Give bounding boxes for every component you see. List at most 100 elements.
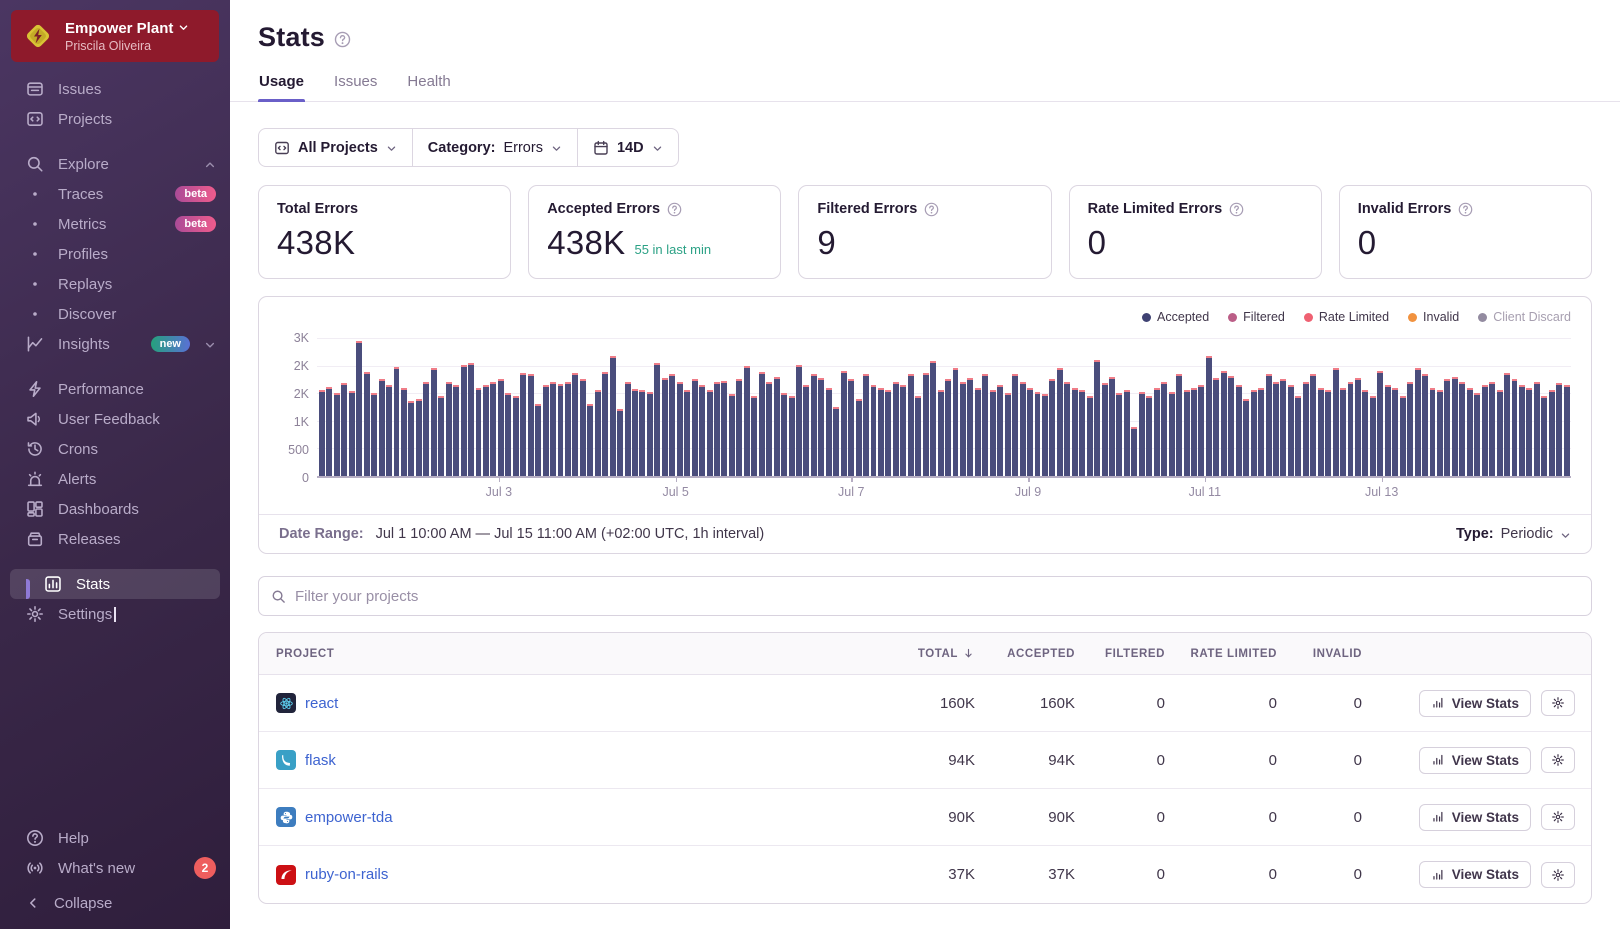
chart-bar [1348,382,1354,476]
chart-bar [1094,360,1100,476]
sidebar-item-user-feedback[interactable]: User Feedback [0,404,230,434]
legend-item-rate-limited[interactable]: Rate Limited [1304,310,1389,324]
chart-bar [528,374,534,476]
chart-bar [1049,379,1055,476]
project-link[interactable]: flask [305,752,336,769]
sidebar-item-what-s-new[interactable]: What's new2 [0,853,230,883]
legend-item-accepted[interactable]: Accepted [1142,310,1209,324]
column-header-rate-limited[interactable]: RATE LIMITED [1169,648,1281,660]
project-link[interactable]: react [305,695,338,712]
chart-bar [1087,396,1093,476]
view-stats-button[interactable]: View Stats [1419,690,1531,717]
cell-rate-limited: 0 [1169,866,1281,883]
cell-accepted: 37K [979,866,1079,883]
chart-type-select[interactable]: Type: Periodic [1456,526,1571,542]
cell-invalid: 0 [1281,809,1366,826]
legend-item-client-discard[interactable]: Client Discard [1478,310,1571,324]
category-filter[interactable]: Category: Errors [412,129,577,166]
chart-bar [997,385,1003,476]
sidebar-item-insights[interactable]: Insightsnew [0,329,230,359]
sidebar-item-label: Issues [58,81,216,98]
view-stats-button[interactable]: View Stats [1419,804,1531,831]
column-header-accepted[interactable]: ACCEPTED [979,648,1079,660]
page-help-icon[interactable] [334,31,351,48]
sidebar-item-label: What's new [58,860,180,877]
help-icon[interactable] [1458,202,1473,217]
whats-new-icon [26,859,44,877]
sidebar-item-stats[interactable]: Stats [0,569,230,599]
x-axis-tick [1028,478,1030,482]
legend-dot-icon [1228,313,1237,322]
sidebar-item-issues[interactable]: Issues [0,74,230,104]
chevron-down-icon [551,142,562,153]
view-stats-label: View Stats [1452,696,1519,711]
calendar-icon [593,140,609,156]
org-switcher[interactable]: Empower Plant Priscila Oliveira [11,10,219,62]
column-header-total[interactable]: TOTAL [874,647,979,660]
help-icon[interactable] [924,202,939,217]
tab-issues[interactable]: Issues [333,67,378,101]
column-header-filtered[interactable]: FILTERED [1079,648,1169,660]
chart-bar [923,373,929,476]
date-range-label: Date Range: [279,526,364,542]
sidebar-item-projects[interactable]: Projects [0,104,230,134]
project-search-input[interactable] [295,588,1579,605]
sidebar-item-profiles[interactable]: Profiles [0,239,230,269]
project-settings-button[interactable] [1541,862,1575,888]
date-range-filter[interactable]: 14D [577,129,678,166]
project-link[interactable]: empower-tda [305,809,393,826]
stat-card-value-row: 438K [277,224,492,262]
project-filter[interactable]: All Projects [259,129,412,166]
stat-card-title: Invalid Errors [1358,201,1573,217]
help-icon[interactable] [667,202,682,217]
bar-chart-icon [1431,868,1445,882]
column-header-project[interactable]: PROJECT [259,648,874,660]
sidebar-item-label: Replays [58,276,216,293]
chart-bar [967,378,973,476]
chart-bar [960,382,966,476]
chart-bar [863,374,869,476]
cell-invalid: 0 [1281,752,1366,769]
chart-bar [639,390,645,476]
sidebar-item-traces[interactable]: Tracesbeta [0,179,230,209]
sidebar-item-metrics[interactable]: Metricsbeta [0,209,230,239]
projects-icon [26,110,44,128]
sidebar-item-dashboards[interactable]: Dashboards [0,494,230,524]
view-stats-button[interactable]: View Stats [1419,747,1531,774]
sidebar-item-discover[interactable]: Discover [0,299,230,329]
tab-usage[interactable]: Usage [258,67,305,101]
chart-bar [707,390,713,476]
sidebar-item-label: Discover [58,306,216,323]
sidebar-item-crons[interactable]: Crons [0,434,230,464]
chart-bar [1333,368,1339,476]
project-link[interactable]: ruby-on-rails [305,866,388,883]
chart-bar [565,382,571,476]
project-settings-button[interactable] [1541,804,1575,830]
settings-icon [26,605,44,623]
table-row-ruby-on-rails: ruby-on-rails37K37K000View Stats [259,846,1591,903]
chart-bar [759,372,765,476]
sidebar-item-settings[interactable]: Settings [0,599,230,629]
chart-bar [1251,390,1257,476]
column-header-invalid[interactable]: INVALID [1281,648,1366,660]
sidebar-item-help[interactable]: Help [0,823,230,853]
org-name: Empower Plant [65,20,173,37]
sidebar-item-replays[interactable]: Replays [0,269,230,299]
project-settings-button[interactable] [1541,690,1575,716]
legend-item-filtered[interactable]: Filtered [1228,310,1285,324]
sort-arrow-down-icon [962,647,975,660]
chart-bar [431,368,437,476]
help-icon[interactable] [1229,202,1244,217]
legend-item-invalid[interactable]: Invalid [1408,310,1459,324]
sidebar-item-explore[interactable]: Explore [0,149,230,179]
view-stats-button[interactable]: View Stats [1419,861,1531,888]
project-settings-button[interactable] [1541,747,1575,773]
chart-bar [818,378,824,476]
sidebar-item-releases[interactable]: Releases [0,524,230,554]
sidebar-item-performance[interactable]: Performance [0,374,230,404]
tab-health[interactable]: Health [406,67,451,101]
chart-bar [1064,382,1070,476]
sidebar-collapse-button[interactable]: Collapse [0,883,230,929]
sidebar-item-alerts[interactable]: Alerts [0,464,230,494]
chart-bar [1221,371,1227,476]
